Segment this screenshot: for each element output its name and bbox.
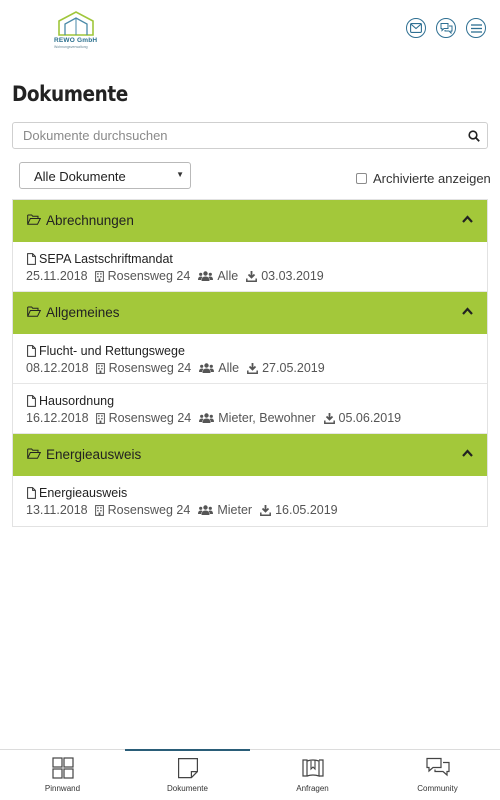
group-header-energieausweis[interactable]: Energieausweis	[13, 434, 487, 476]
building-icon	[95, 412, 105, 424]
nav-item-dokumente[interactable]: Dokumente	[125, 749, 250, 800]
document-building: Rosensweg 24	[108, 361, 192, 375]
page-title: Dokumente	[12, 82, 128, 106]
document-meta: 16.12.2018 Rosensweg 24 Mieter, Bewohner…	[26, 411, 401, 425]
search-box	[12, 122, 488, 149]
chat-bubbles-icon	[425, 757, 450, 777]
document-audience: Mieter, Bewohner	[218, 411, 316, 425]
download-icon	[260, 504, 272, 516]
logo-subtitle: Wohnungsverwaltung	[54, 45, 88, 49]
document-filter-select[interactable]: Alle Dokumente ▼	[19, 162, 191, 189]
chevron-up-icon	[462, 449, 473, 457]
document-download-date: 05.06.2019	[338, 411, 402, 425]
nav-label: Community	[417, 784, 458, 793]
document-meta: 25.11.2018 Rosensweg 24 Alle 03.03.2019	[26, 269, 324, 283]
document-audience: Mieter	[217, 503, 253, 517]
document-icon	[27, 345, 36, 357]
document-date: 13.11.2018	[26, 503, 88, 517]
nav-item-anfragen[interactable]: Anfragen	[250, 750, 375, 800]
document-item[interactable]: Flucht- und Rettungswege 08.12.2018 Rose…	[13, 334, 487, 384]
group-title: Abrechnungen	[46, 213, 134, 228]
group-title: Energieausweis	[46, 447, 142, 462]
document-download-date: 03.03.2019	[261, 269, 324, 283]
nav-item-community[interactable]: Community	[375, 750, 500, 800]
menu-icon	[470, 23, 482, 33]
archive-checkbox[interactable]	[356, 173, 367, 184]
download-icon	[247, 362, 259, 374]
document-building: Rosensweg 24	[108, 411, 192, 425]
users-icon	[198, 505, 214, 515]
search-input[interactable]	[13, 123, 453, 148]
group-header-allgemeines[interactable]: Allgemeines	[13, 292, 487, 334]
folder-open-icon	[27, 448, 41, 459]
users-icon	[199, 363, 215, 373]
mail-icon	[410, 23, 422, 33]
document-list: Abrechnungen SEPA Lastschriftmandat 25.1…	[12, 199, 488, 527]
document-item[interactable]: Energieausweis 13.11.2018 Rosensweg 24 M…	[13, 476, 487, 526]
menu-button[interactable]	[466, 18, 486, 38]
document-audience: Alle	[218, 361, 240, 375]
nav-label: Dokumente	[167, 784, 208, 793]
nav-label: Pinnwand	[44, 784, 81, 793]
group-header-abrechnungen[interactable]: Abrechnungen	[13, 200, 487, 242]
caret-down-icon: ▼	[176, 170, 184, 179]
folder-open-icon	[27, 306, 41, 317]
document-audience: Alle	[217, 269, 239, 283]
house-logo-icon	[58, 11, 94, 36]
document-building: Rosensweg 24	[107, 503, 191, 517]
grid-icon	[51, 757, 74, 779]
building-icon	[95, 362, 105, 374]
nav-item-pinnwand[interactable]: Pinnwand	[0, 750, 125, 800]
mail-button[interactable]	[406, 18, 426, 38]
document-building: Rosensweg 24	[107, 269, 191, 283]
document-icon	[27, 487, 36, 499]
chat-button[interactable]	[436, 18, 456, 38]
document-icon	[27, 395, 36, 407]
document-download-date: 27.05.2019	[262, 361, 325, 375]
nav-label: Anfragen	[296, 784, 329, 793]
document-name: Energieausweis	[39, 486, 128, 500]
document-item[interactable]: SEPA Lastschriftmandat 25.11.2018 Rosens…	[13, 242, 487, 292]
document-name: Hausordnung	[39, 394, 115, 408]
document-name: Flucht- und Rettungswege	[39, 344, 185, 358]
bottom-nav: Pinnwand Dokumente Anfragen Community	[0, 749, 500, 800]
company-logo[interactable]: REWO GmbH Wohnungsverwaltung	[52, 10, 102, 50]
chevron-up-icon	[462, 307, 473, 315]
app-header: REWO GmbH Wohnungsverwaltung	[0, 0, 500, 60]
archive-label: Archivierte anzeigen	[373, 171, 491, 186]
building-icon	[94, 504, 104, 516]
search-icon[interactable]	[468, 130, 480, 142]
chevron-up-icon	[462, 215, 473, 223]
document-date: 25.11.2018	[26, 269, 88, 283]
document-date: 08.12.2018	[26, 361, 89, 375]
folder-open-icon	[27, 214, 41, 225]
building-icon	[94, 270, 104, 282]
group-title: Allgemeines	[46, 305, 120, 320]
document-item[interactable]: Hausordnung 16.12.2018 Rosensweg 24 Miet…	[13, 384, 487, 434]
document-download-date: 16.05.2019	[275, 503, 338, 517]
document-name: SEPA Lastschriftmandat	[39, 252, 173, 266]
document-date: 16.12.2018	[26, 411, 89, 425]
users-icon	[199, 413, 215, 423]
download-icon	[246, 270, 258, 282]
download-icon	[323, 412, 335, 424]
logo-company-name: REWO GmbH	[54, 37, 98, 44]
document-meta: 08.12.2018 Rosensweg 24 Alle 27.05.2019	[26, 361, 325, 375]
book-icon	[301, 759, 324, 777]
document-filter-value: Alle Dokumente	[34, 169, 126, 184]
document-icon	[27, 253, 36, 265]
document-meta: 13.11.2018 Rosensweg 24 Mieter 16.05.201…	[26, 503, 338, 517]
chat-icon	[440, 23, 452, 34]
document-icon	[177, 758, 198, 779]
users-icon	[198, 271, 214, 281]
archive-toggle[interactable]: Archivierte anzeigen	[356, 171, 491, 186]
